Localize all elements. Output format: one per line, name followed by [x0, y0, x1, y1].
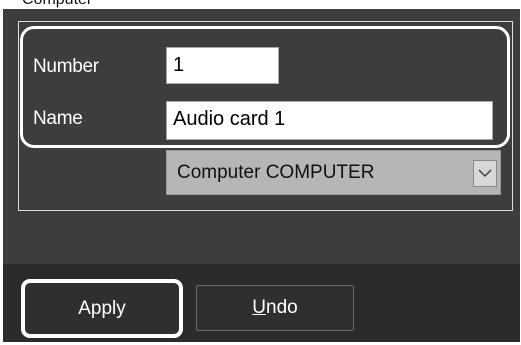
chevron-down-icon: [478, 169, 492, 178]
number-label: Number: [33, 56, 99, 77]
name-label: Name: [33, 108, 83, 129]
apply-button-label: Apply: [78, 298, 126, 319]
undo-button[interactable]: Undo: [196, 285, 354, 331]
number-field[interactable]: 1: [166, 47, 279, 84]
name-field[interactable]: Audio card 1: [166, 101, 493, 140]
settings-panel: Number 1 Name Audio card 1 Computer COMP…: [3, 9, 520, 264]
apply-button[interactable]: Apply: [21, 279, 183, 338]
dropdown-button[interactable]: [473, 160, 497, 187]
undo-mnemonic: U: [252, 297, 267, 318]
computer-select-value: Computer COMPUTER: [177, 162, 375, 183]
settings-screen: Computer Number 1 Name Audio card 1 Comp…: [0, 0, 521, 345]
undo-button-label: ndo: [266, 297, 298, 318]
clipped-header-text: Computer: [22, 0, 482, 9]
computer-select[interactable]: Computer COMPUTER: [166, 150, 501, 195]
